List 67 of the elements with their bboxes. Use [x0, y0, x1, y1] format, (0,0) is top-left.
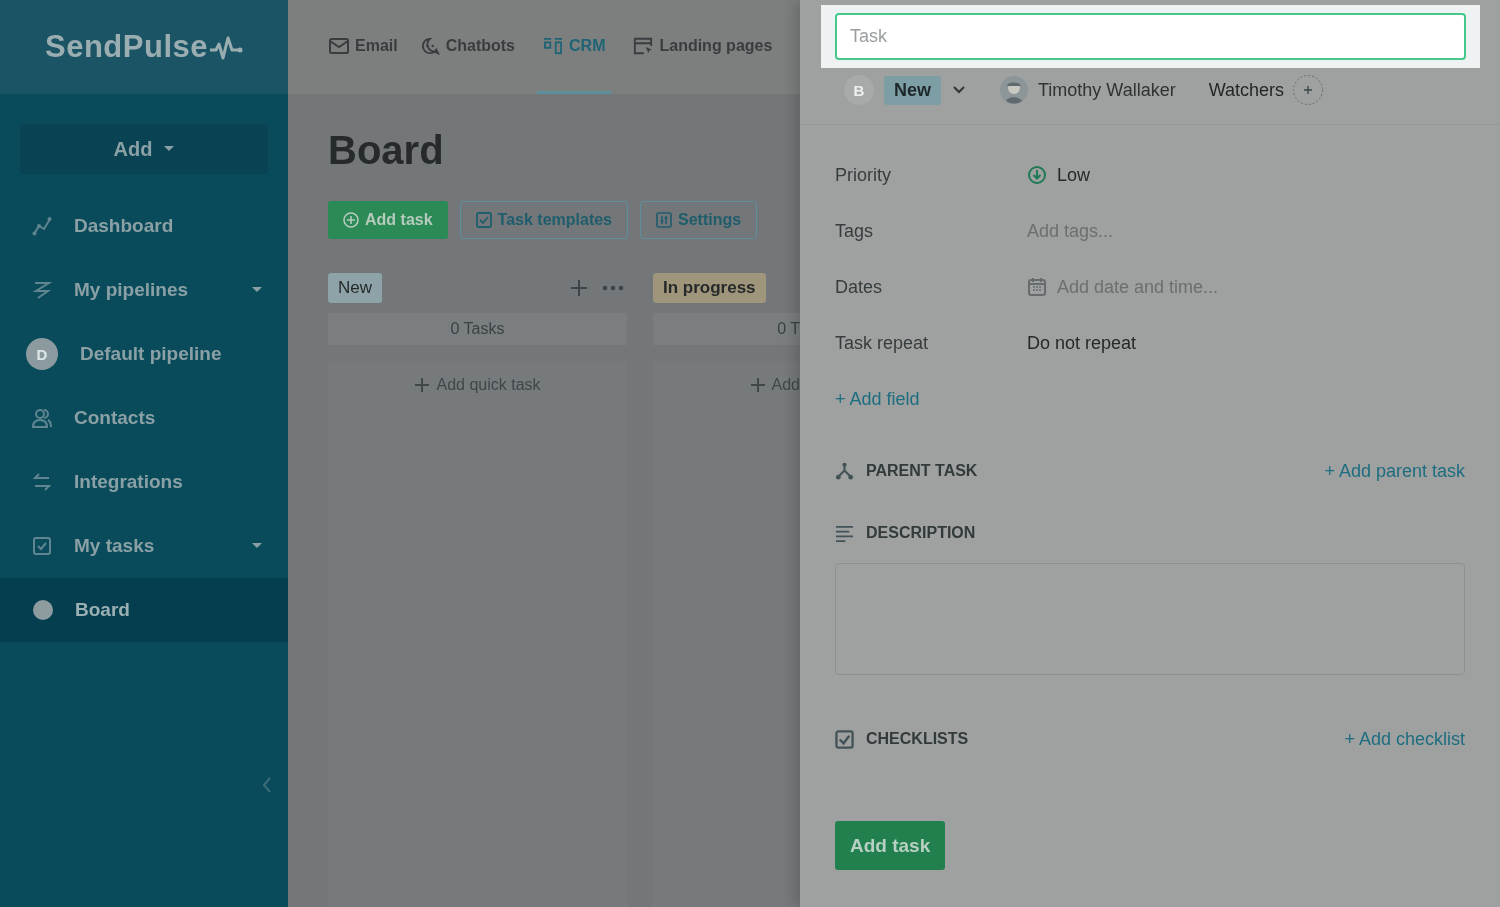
envelope-icon [329, 36, 349, 55]
add-link[interactable]: + Add parent task [1324, 460, 1465, 482]
checkbox-icon [32, 536, 52, 556]
sidebar-item[interactable]: My pipelines [0, 258, 288, 322]
hierarchy-icon [835, 461, 854, 481]
page-title: Board [328, 128, 445, 173]
sidebar-item[interactable]: Dashboard [0, 194, 288, 258]
chevron-down-icon[interactable] [953, 86, 965, 94]
add-task-button[interactable]: Add task [835, 821, 946, 870]
zigzag-icon [32, 280, 52, 300]
add-field-link[interactable]: + Add field [835, 388, 920, 410]
sidebar-item[interactable]: Integrations [0, 450, 288, 514]
sidebar-item[interactable]: Board [0, 578, 288, 642]
sidebar-item[interactable]: My tasks [0, 514, 288, 578]
chevron-left-icon[interactable] [262, 777, 272, 793]
window-cursor-icon [633, 36, 654, 55]
plus-circle-icon [343, 212, 359, 228]
plus-icon [414, 377, 431, 393]
nav-tab[interactable]: Chatbots [419, 0, 515, 94]
circle-icon [33, 600, 53, 620]
more-icon[interactable] [602, 285, 624, 291]
toolbar-button[interactable]: Task templates [459, 201, 628, 239]
caret-icon [164, 146, 175, 152]
task-count: 0 T [653, 313, 800, 345]
user-avatar-icon [1000, 76, 1028, 104]
plus-icon [749, 377, 766, 393]
field-value[interactable]: Low [1057, 164, 1091, 186]
users-icon [32, 408, 52, 428]
task-count: 0 Tasks [328, 313, 627, 345]
calendar-icon [1027, 277, 1047, 297]
pulse-icon [209, 34, 243, 60]
add-link[interactable]: + Add checklist [1344, 728, 1465, 750]
task-input-field[interactable]: Task [835, 13, 1466, 60]
field-label: Priority [835, 164, 892, 186]
stage-badge[interactable]: New [884, 75, 941, 105]
column-title: New [328, 273, 382, 303]
add-watcher-icon[interactable] [1292, 74, 1325, 106]
nav-tab[interactable]: CRM [537, 0, 612, 94]
section-title: DESCRIPTION [866, 524, 976, 542]
toolbar-button[interactable]: Add task [328, 201, 448, 239]
column-title: In progress [653, 273, 766, 303]
watchers-label: Watchers [1208, 79, 1285, 101]
add-button[interactable]: Add [20, 124, 268, 174]
field-label: Task repeat [835, 332, 930, 354]
assignee-name[interactable]: Timothy Wallaker [1038, 79, 1176, 101]
text-lines-icon [835, 523, 854, 543]
nav-tab[interactable]: Email [329, 0, 398, 94]
checkbox-icon [835, 729, 854, 749]
section-title: PARENT TASK [866, 462, 978, 480]
checkbox-icon [475, 212, 492, 228]
arrows-icon [32, 472, 52, 492]
sidebar-item[interactable]: D Default pipeline [0, 322, 288, 386]
arrow-down-circle-icon [1027, 165, 1047, 185]
plus-icon[interactable] [570, 279, 588, 297]
toolbar-button[interactable]: Settings [640, 201, 758, 239]
sidebar-item[interactable]: Contacts [0, 386, 288, 450]
add-quick-task-button[interactable]: Add [749, 376, 800, 394]
chart-line-icon [32, 216, 52, 236]
field-label: Dates [835, 276, 884, 298]
field-label: Tags [835, 220, 875, 242]
field-value[interactable]: Do not repeat [1027, 332, 1137, 354]
avatar-icon: B [844, 75, 874, 105]
columns-icon [543, 36, 563, 55]
nav-tab[interactable]: Landing pages [633, 0, 773, 94]
section-title: CHECKLISTS [866, 730, 969, 748]
avatar-icon: D [26, 338, 58, 370]
sliders-icon [656, 212, 672, 228]
